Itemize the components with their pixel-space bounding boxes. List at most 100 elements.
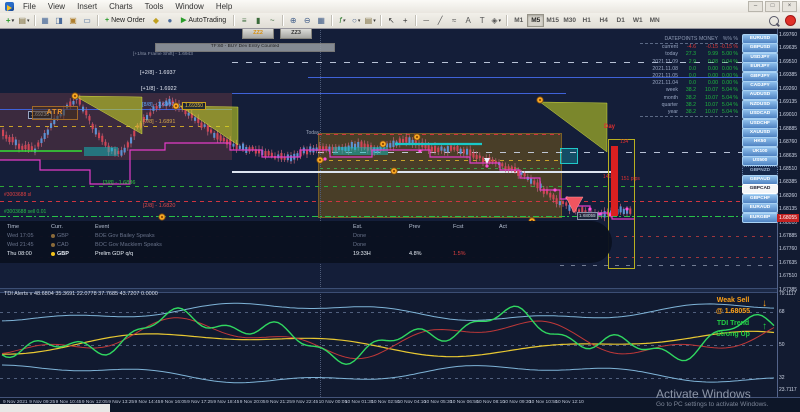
symbol-button-us500[interactable]: US500 xyxy=(742,156,778,167)
stats-row: month 38.2 10.07 5.04% xyxy=(663,94,738,101)
price-axis-label: 1.67635 xyxy=(779,259,798,266)
navigator-icon[interactable]: ▣ xyxy=(67,15,79,27)
symbol-button-usdcad[interactable]: USDCAD xyxy=(742,109,778,120)
price-axis-label: 1.68510 xyxy=(779,166,798,172)
shapes-icon[interactable]: ◈ ▾ xyxy=(490,15,502,27)
activate-windows-subtext: Go to PC settings to activate Windows. xyxy=(656,401,769,408)
stop-loss-label[interactable]: #3003688 sl xyxy=(4,192,31,198)
expert-advisors-icon[interactable]: ● xyxy=(164,15,176,27)
symbol-button-gbpcad[interactable]: GBPCAD xyxy=(742,184,778,195)
templates-icon[interactable]: ▤ ▾ xyxy=(364,15,376,27)
signal-status-bar: TF:60 - BUY Dev Entry Counted xyxy=(155,43,335,52)
new-chart-icon[interactable]: + ▾ xyxy=(4,15,16,27)
sell-arrow-icon: ↓ xyxy=(762,298,767,309)
day-top-pips: 134 xyxy=(620,139,629,145)
time-axis-label: 10 Nov 01:30 xyxy=(344,400,374,405)
bar-chart-icon[interactable]: ≡ xyxy=(238,15,250,27)
news-currency-dot-icon xyxy=(51,234,55,238)
tile-windows-icon[interactable]: ▦ xyxy=(315,15,327,27)
murrey-level-label: [8/8] - 1.6907 xyxy=(142,102,175,108)
timeframe-button-m15[interactable]: M15 xyxy=(544,14,561,27)
time-axis-label: 10 Nov 06:50 xyxy=(450,400,479,405)
timeframe-button-h1[interactable]: H1 xyxy=(578,14,595,27)
zoom-in-icon[interactable]: ⊕ xyxy=(287,15,299,27)
price-axis-label: 1.69760 xyxy=(779,32,798,38)
market-watch-icon[interactable]: ▦ xyxy=(39,15,51,27)
text-label-icon[interactable]: A xyxy=(462,15,474,27)
zz2-button[interactable]: ZZ2 xyxy=(242,28,274,39)
price-axis-label: 1.68135 xyxy=(779,206,798,213)
symbol-button-eurgbp[interactable]: EURGBP xyxy=(742,212,778,223)
menu-help[interactable]: Help xyxy=(210,2,238,11)
sell-position-label[interactable]: #3003688 sell 0.01 xyxy=(4,209,46,215)
menu-insert[interactable]: Insert xyxy=(71,2,103,11)
profit-stats-table: DATE POINTS MONEY%%% current -4.6 -0.15 -0.15%… xyxy=(640,36,738,118)
zoom-out-icon[interactable]: ⊖ xyxy=(301,15,313,27)
symbol-button-hk50[interactable]: HK50 xyxy=(742,137,778,148)
timeframe-group: M1 M5 M15 M30 H1 H4 D1 W1 MN xyxy=(510,14,663,27)
menu-charts[interactable]: Charts xyxy=(103,2,139,11)
line-chart-icon[interactable]: ~ xyxy=(266,15,278,27)
channel-icon[interactable]: ≈ xyxy=(448,15,460,27)
news-row: Thu 08:00 GBP Prelim GDP q/q 19:33H 4.8% 1.5% xyxy=(7,251,466,257)
app-icon xyxy=(5,2,14,11)
symbol-button-euraud[interactable]: EURAUD xyxy=(742,203,778,214)
horizontal-line-icon[interactable]: ─ xyxy=(420,15,432,27)
minimize-icon[interactable]: – xyxy=(748,1,763,12)
search-icon[interactable] xyxy=(769,15,779,26)
text-icon[interactable]: T xyxy=(476,15,488,27)
toolbar: + ▾ ▤ ▾ ▦ ◨ ▣ ▭ + New Order ◆ ● ▶ AutoTradin… xyxy=(0,13,800,29)
restore-icon[interactable]: □ xyxy=(765,1,780,12)
timeframe-button-m30[interactable]: M30 xyxy=(561,14,578,27)
indicators-icon[interactable]: f ▾ xyxy=(336,15,348,27)
news-currency-dot-icon xyxy=(51,252,55,256)
profiles-icon[interactable]: ▤ ▾ xyxy=(18,15,30,27)
crosshair-icon[interactable]: + xyxy=(399,15,411,27)
toolbar-separator xyxy=(282,15,284,26)
candlestick-chart-icon[interactable]: ▮ xyxy=(252,15,264,27)
tdi-trend-label: TDI Trend xyxy=(716,320,750,327)
timeframe-button-m1[interactable]: M1 xyxy=(510,14,527,27)
terminal-icon[interactable]: ▭ xyxy=(81,15,93,27)
menu-file[interactable]: File xyxy=(17,2,42,11)
time-axis-label: 9 Nov 18:45 xyxy=(213,400,240,405)
stats-row: year 38.2 10.07 5.04% xyxy=(667,108,738,115)
price-axis-label: 1.68760 xyxy=(779,139,798,146)
symbol-button-gbpusd[interactable]: GBPUSD xyxy=(742,43,778,54)
close-icon[interactable]: × xyxy=(782,1,797,12)
menu-tools[interactable]: Tools xyxy=(139,2,170,11)
price-axis-label: 1.69385 xyxy=(779,72,798,79)
new-order-button[interactable]: + New Order xyxy=(102,15,148,27)
autotrading-button[interactable]: ▶ AutoTrading xyxy=(178,15,229,27)
price-axis-label: 1.69260 xyxy=(779,85,798,92)
timeframe-button-h4[interactable]: H4 xyxy=(595,14,612,27)
periods-icon[interactable]: ○ ▾ xyxy=(350,15,362,27)
timeframe-button-mn[interactable]: MN xyxy=(646,14,663,27)
trend-arrow-icon: ↑ xyxy=(762,321,767,332)
cursor-icon[interactable]: ↖ xyxy=(385,15,397,27)
symbol-button-audusd[interactable]: AUDUSD xyxy=(742,90,778,101)
time-axis-label: 10 Nov 08:10 xyxy=(476,400,505,405)
stats-row: today 27.3 9.99 5.00% xyxy=(665,51,738,58)
menu-view[interactable]: View xyxy=(42,2,71,11)
tdi-level-label: 32 xyxy=(779,375,785,381)
stats-row: week 38.2 10.07 5.04% xyxy=(665,87,738,94)
time-axis-label: 9 Nov 16:05 xyxy=(160,400,187,405)
day-mid-pips: 141 xyxy=(603,174,612,180)
menu-window[interactable]: Window xyxy=(169,2,209,11)
zz3-button[interactable]: ZZ3 xyxy=(280,28,312,39)
atr-button[interactable]: ATR xyxy=(32,106,78,120)
activate-windows-watermark: Activate Windows xyxy=(656,387,751,401)
symbol-button-eurjpy[interactable]: EURJPY xyxy=(742,62,778,73)
day-pips-label: 151 pips xyxy=(621,176,640,182)
timeframe-button-d1[interactable]: D1 xyxy=(612,14,629,27)
time-axis-label: 10 Nov 10:50 xyxy=(529,400,558,405)
timeframe-button-m5[interactable]: M5 xyxy=(527,14,545,27)
data-window-icon[interactable]: ◨ xyxy=(53,15,65,27)
tdi-indicator-canvas xyxy=(1,302,775,384)
notification-badge-icon[interactable] xyxy=(785,15,796,26)
news-currency-dot-icon xyxy=(51,243,55,247)
timeframe-button-w1[interactable]: W1 xyxy=(629,14,646,27)
trendline-icon[interactable]: ╱ xyxy=(434,15,446,27)
metaeditor-icon[interactable]: ◆ xyxy=(150,15,162,27)
